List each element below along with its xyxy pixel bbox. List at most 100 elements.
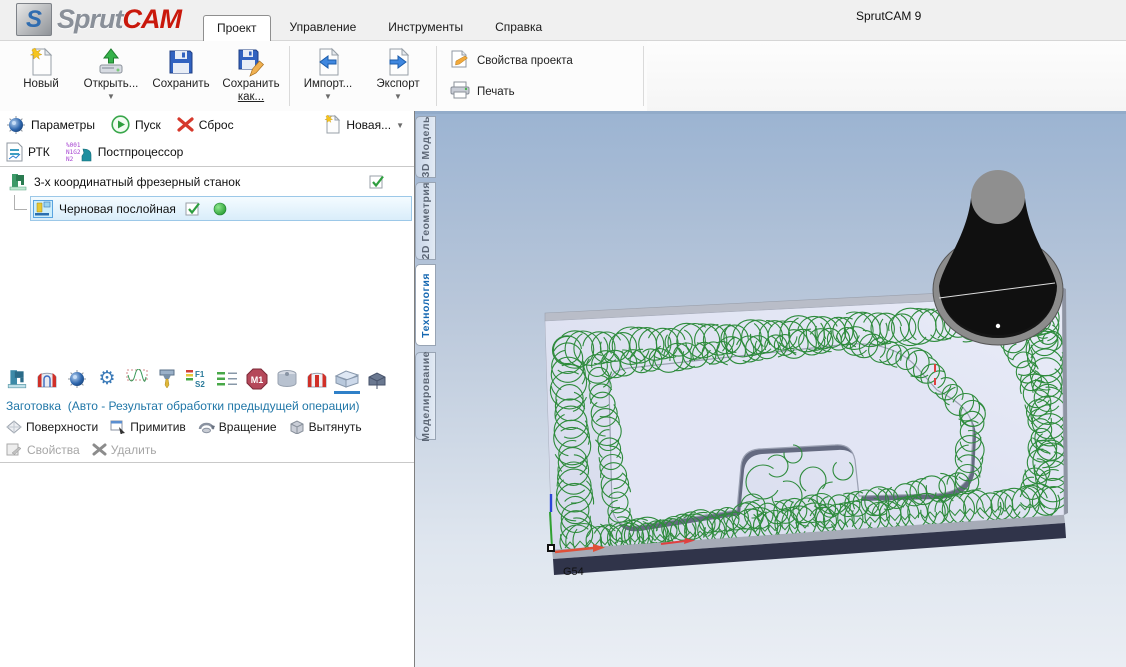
print-button[interactable]: Печать [450, 81, 630, 102]
operation-toolbar-row2: РТК %001N1G2N2 Постпроцессор [0, 138, 414, 165]
tab-tools[interactable]: Инструменты [375, 15, 476, 40]
postprocessor-icon: %001N1G2N2 [66, 141, 93, 163]
ribbon-side-group: Свойства проекта Печать [440, 41, 640, 111]
fixtures-icon[interactable] [364, 366, 390, 394]
parameters-knob-small-icon[interactable] [64, 366, 90, 394]
curve-icon[interactable] [124, 366, 150, 394]
panel-separator [0, 166, 414, 167]
workpiece-model-icon[interactable] [34, 366, 60, 394]
svg-text:N1G2: N1G2 [66, 149, 81, 156]
title-bar: S SprutCAM SprutCAM 9 Проект Управление … [0, 0, 1126, 41]
revolve-icon [198, 419, 215, 434]
app-logo: S SprutCAM [16, 3, 181, 36]
export-button[interactable]: Экспорт▼ [363, 41, 433, 111]
import-dropdown-arrow[interactable]: ▼ [324, 92, 332, 101]
workpiece-title: Заготовка [6, 399, 61, 413]
workpiece-status-line: Заготовка (Авто - Результат обработки пр… [0, 396, 414, 415]
tab-simulation[interactable]: Моделирование [415, 352, 436, 440]
ribbon-empty-area [647, 41, 1126, 111]
stock-icon-selected[interactable] [334, 366, 360, 394]
application-window: S SprutCAM SprutCAM 9 Проект Управление … [0, 0, 1126, 667]
m-commands-icon[interactable]: M1 [244, 366, 270, 394]
rtk-button[interactable]: РТК [6, 142, 50, 162]
model-elements-toolbar: ⚙ F1S2 M1 [0, 364, 414, 396]
rtk-document-icon [6, 142, 23, 162]
open-button[interactable]: Открыть...▼ [76, 41, 146, 111]
tab-project[interactable]: Проект [203, 15, 271, 41]
tree-row-machine[interactable]: 3-х координатный фрезерный станок [0, 168, 414, 195]
properties-icon [6, 442, 23, 457]
workpiece-buttons-row1: Поверхности Примитив Вращение Вытянуть [0, 415, 414, 438]
ribbon-separator [289, 46, 290, 106]
new-operation-icon [323, 114, 341, 135]
extrude-icon [289, 419, 305, 434]
extrude-button[interactable]: Вытянуть [289, 419, 362, 434]
ribbon-toolbar: Новый Открыть...▼ Сохранить Сохранитькак… [0, 41, 1126, 111]
machining-scene [415, 114, 1126, 667]
properties-button-disabled[interactable]: Свойства [6, 442, 80, 457]
technology-panel: Параметры Пуск Сброс Новая... ▼ [0, 111, 415, 667]
panel-separator [0, 462, 414, 463]
holder-icon[interactable] [274, 366, 300, 394]
print-icon [450, 81, 470, 102]
ribbon-separator [643, 46, 644, 106]
open-dropdown-arrow[interactable]: ▼ [107, 92, 115, 101]
tree-row-operation[interactable]: Черновая послойная [0, 195, 414, 222]
save-as-button[interactable]: Сохранитькак... [216, 41, 286, 111]
workpiece-buttons-row2: Свойства Удалить [0, 438, 414, 461]
project-properties-button[interactable]: Свойства проекта [450, 49, 630, 72]
export-dropdown-arrow[interactable]: ▼ [394, 92, 402, 101]
levels-list-icon[interactable] [214, 366, 240, 394]
part-model-icon[interactable] [304, 366, 330, 394]
delete-button-disabled[interactable]: Удалить [92, 443, 157, 457]
parameters-knob-icon [6, 115, 26, 135]
selected-operation-row[interactable]: Черновая послойная [30, 196, 412, 221]
machine-icon [8, 172, 28, 192]
tool-icon[interactable] [154, 366, 180, 394]
graphics-viewport[interactable]: 3D Модель 2D Геометрия Технология Модели… [415, 111, 1126, 667]
postprocessor-button[interactable]: %001N1G2N2 Постпроцессор [66, 141, 184, 163]
svg-text:%001: %001 [66, 142, 81, 149]
start-button[interactable]: Пуск [111, 115, 161, 134]
workpiece-mode: (Авто - Результат обработки предыдущей о… [68, 399, 360, 413]
feeds-speeds-icon[interactable]: F1S2 [184, 366, 210, 394]
settings-gear-icon[interactable]: ⚙ [94, 366, 120, 394]
parameters-button[interactable]: Параметры [6, 115, 95, 135]
project-properties-icon [450, 49, 470, 72]
export-icon [385, 45, 411, 78]
surface-icon [6, 420, 22, 434]
tab-technology[interactable]: Технология [415, 264, 436, 346]
delete-x-icon [92, 443, 107, 456]
import-icon [315, 45, 341, 78]
machine-setup-icon[interactable] [4, 366, 30, 394]
tab-management[interactable]: Управление [277, 15, 370, 40]
new-project-button[interactable]: Новый [6, 41, 76, 111]
machine-label: 3-х координатный фрезерный станок [34, 175, 360, 189]
primitive-button[interactable]: Примитив [110, 419, 186, 434]
reset-button[interactable]: Сброс [177, 117, 234, 132]
tab-3d-model[interactable]: 3D Модель [415, 116, 436, 178]
import-button[interactable]: Импорт...▼ [293, 41, 363, 111]
svg-text:N2: N2 [66, 156, 74, 163]
reset-x-icon [177, 117, 194, 132]
new-operation-dropdown-arrow[interactable]: ▼ [396, 121, 404, 130]
tab-help[interactable]: Справка [482, 15, 555, 40]
workspace-tabs: 3D Модель 2D Геометрия Технология Модели… [415, 116, 437, 440]
svg-text:M1: M1 [251, 375, 264, 385]
surfaces-button[interactable]: Поверхности [6, 420, 98, 434]
operation-label: Черновая послойная [59, 202, 176, 216]
tab-2d-geometry[interactable]: 2D Геометрия [415, 182, 436, 260]
machine-checkbox[interactable] [366, 174, 388, 189]
save-button[interactable]: Сохранить [146, 41, 216, 111]
open-icon [96, 45, 126, 78]
revolve-button[interactable]: Вращение [198, 419, 277, 434]
sprutcam-logo-icon: S [16, 3, 52, 36]
main-menu: Проект Управление Инструменты Справка [203, 15, 555, 40]
wcs-g54-label: G54 [563, 566, 584, 578]
operation-checkbox[interactable] [182, 201, 204, 216]
play-icon [111, 115, 130, 134]
panel-empty-space [0, 222, 414, 364]
operation-toolbar-row1: Параметры Пуск Сброс Новая... ▼ [0, 111, 414, 138]
new-operation-button[interactable]: Новая... ▼ [323, 114, 404, 135]
operation-status-indicator [210, 202, 230, 216]
